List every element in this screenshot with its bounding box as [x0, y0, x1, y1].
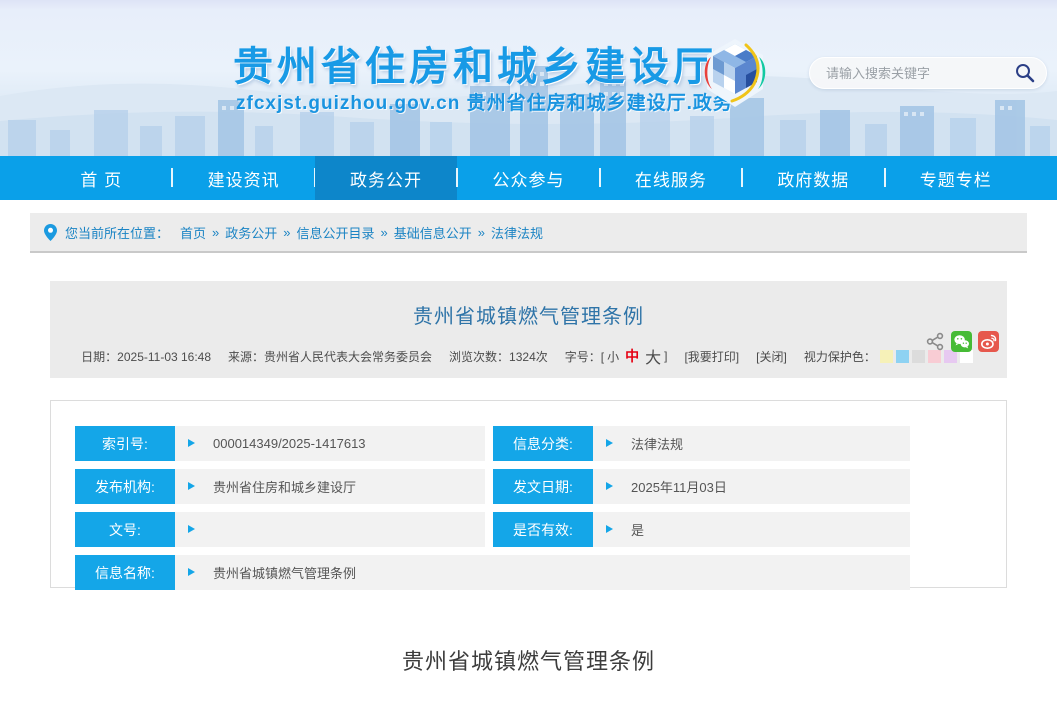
info-cell-publishing-agency: 发布机构: 贵州省住房和城乡建设厅: [75, 469, 485, 504]
info-cell-info-category: 信息分类: 法律法规: [493, 426, 910, 461]
article-title: 贵州省城镇燃气管理条例: [50, 281, 1007, 329]
nav-item-public-participation[interactable]: 公众参与: [457, 156, 599, 200]
info-label: 文号:: [75, 512, 175, 547]
nav-item-online-services[interactable]: 在线服务: [600, 156, 742, 200]
weibo-share-icon[interactable]: [978, 331, 999, 352]
font-size-medium-button[interactable]: 中: [625, 346, 639, 366]
info-label: 发布机构:: [75, 469, 175, 504]
document-body-title: 贵州省城镇燃气管理条例: [0, 644, 1057, 676]
nav-item-special-topics[interactable]: 专题专栏: [885, 156, 1027, 200]
breadcrumb-link-basic-info[interactable]: 基础信息公开: [394, 223, 472, 242]
arrow-right-icon: [188, 568, 195, 576]
breadcrumb-prefix: 您当前所在位置：: [65, 223, 169, 242]
nav-item-home[interactable]: 首 页: [30, 156, 172, 200]
breadcrumb-link-laws[interactable]: 法律法规: [491, 223, 543, 242]
close-button[interactable]: [关闭]: [756, 348, 787, 365]
arrow-right-icon: [606, 525, 613, 533]
breadcrumb-link-info-catalog[interactable]: 信息公开目录: [297, 223, 375, 242]
nav-item-gov-data[interactable]: 政府数据: [742, 156, 884, 200]
info-value: 贵州省住房和城乡建设厅: [213, 477, 356, 496]
meta-fontsize-suffix: ]: [664, 349, 667, 363]
info-cell-index-number: 索引号: 000014349/2025-1417613: [75, 426, 485, 461]
arrow-right-icon: [606, 439, 613, 447]
info-label: 发文日期:: [493, 469, 593, 504]
document-info-panel: 索引号: 000014349/2025-1417613 信息分类: 法律法规 发…: [50, 400, 1007, 588]
info-label: 信息分类:: [493, 426, 593, 461]
meta-views: 浏览次数：1324次: [449, 348, 548, 365]
wechat-share-icon[interactable]: [951, 331, 972, 352]
arrow-right-icon: [606, 482, 613, 490]
location-pin-icon: [44, 224, 57, 241]
search-input[interactable]: [824, 65, 1014, 82]
site-title: 贵州省住房和城乡建设厅: [233, 34, 717, 92]
breadcrumb-separator: »: [212, 225, 219, 240]
info-value: 000014349/2025-1417613: [213, 436, 366, 451]
arrow-right-icon: [188, 525, 195, 533]
arrow-right-icon: [188, 482, 195, 490]
print-button[interactable]: [我要打印]: [684, 348, 739, 365]
info-label: 索引号:: [75, 426, 175, 461]
share-icon-group: [926, 331, 999, 352]
meta-fontsize-prefix: 字号：[: [565, 348, 604, 365]
info-cell-issue-date: 发文日期: 2025年11月03日: [493, 469, 910, 504]
info-value: 法律法规: [631, 434, 683, 453]
breadcrumb-link-gov-disclosure[interactable]: 政务公开: [225, 223, 277, 242]
table-row: 信息名称: 贵州省城镇燃气管理条例: [75, 555, 1006, 590]
font-size-small-button[interactable]: 小: [607, 348, 619, 365]
table-row: 发布机构: 贵州省住房和城乡建设厅 发文日期: 2025年11月03日: [75, 469, 1006, 504]
site-subtitle: zfcxjst.guizhou.gov.cn 贵州省住房和城乡建设厅.政务: [236, 88, 733, 115]
info-cell-document-number: 文号:: [75, 512, 485, 547]
info-cell-info-name: 信息名称: 贵州省城镇燃气管理条例: [75, 555, 910, 590]
table-row: 索引号: 000014349/2025-1417613 信息分类: 法律法规: [75, 426, 1006, 461]
arrow-right-icon: [188, 439, 195, 447]
search-icon[interactable]: [1014, 62, 1036, 84]
info-cell-is-valid: 是否有效: 是: [493, 512, 910, 547]
breadcrumb-separator: »: [283, 225, 290, 240]
eye-protect-label: 视力保护色：: [804, 348, 876, 365]
article-meta: 日期：2025-11-03 16:48 来源：贵州省人民代表大会常务委员会 浏览…: [50, 344, 1007, 368]
breadcrumb-link-home[interactable]: 首页: [180, 223, 206, 242]
font-size-large-button[interactable]: 大: [645, 344, 661, 368]
search-box: [809, 57, 1047, 89]
eye-color-swatch-gray[interactable]: [912, 350, 925, 363]
breadcrumb: 您当前所在位置： 首页 » 政务公开 » 信息公开目录 » 基础信息公开 » 法…: [30, 213, 1027, 253]
meta-source: 来源：贵州省人民代表大会常务委员会: [228, 348, 432, 365]
info-value: 贵州省城镇燃气管理条例: [213, 563, 356, 582]
table-row: 文号: 是否有效: 是: [75, 512, 1006, 547]
info-label: 信息名称:: [75, 555, 175, 590]
nav-item-construction-news[interactable]: 建设资讯: [172, 156, 314, 200]
info-label: 是否有效:: [493, 512, 593, 547]
meta-date: 日期：2025-11-03 16:48: [81, 348, 211, 365]
info-value: 是: [631, 520, 644, 539]
article-header-panel: 贵州省城镇燃气管理条例 日期：2025-11-03 16:48 来源：贵州省人民…: [50, 281, 1007, 378]
breadcrumb-separator: »: [478, 225, 485, 240]
eye-color-swatch-blue[interactable]: [896, 350, 909, 363]
breadcrumb-separator: »: [381, 225, 388, 240]
main-nav: 首 页 建设资讯 政务公开 公众参与 在线服务 政府数据 专题专栏: [0, 156, 1057, 200]
share-icon[interactable]: [926, 332, 945, 351]
nav-item-gov-disclosure[interactable]: 政务公开: [315, 156, 457, 200]
site-header: 贵州省住房和城乡建设厅 zfcxjst.guizhou.gov.cn 贵州省住房…: [0, 0, 1057, 156]
info-value: 2025年11月03日: [631, 477, 727, 496]
eye-color-swatch-yellow[interactable]: [880, 350, 893, 363]
site-logo-cube-icon: [702, 38, 768, 108]
